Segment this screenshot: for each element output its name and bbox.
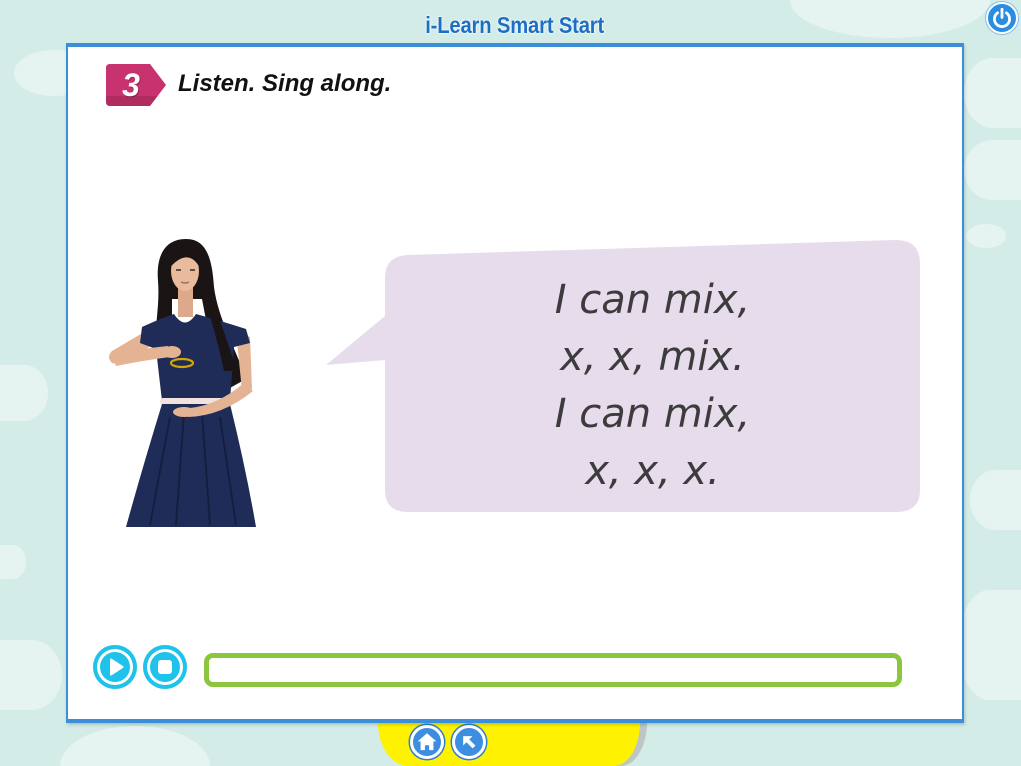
home-icon (417, 733, 437, 751)
dress-skirt (126, 404, 256, 527)
back-arrow-icon (463, 736, 476, 749)
app-title: i-Learn Smart Start (425, 12, 605, 38)
power-button[interactable] (986, 2, 1018, 34)
stop-icon-square (158, 660, 172, 674)
hand-right (163, 346, 181, 358)
background-cloud (0, 365, 48, 421)
app-title-bar: i-Learn Smart Start (15, 9, 1015, 41)
activity-number: 3 (122, 67, 140, 103)
song-line: x, x, mix. (560, 334, 745, 380)
app-screen: i-Learn Smart Start 3 Listen. Sing along… (0, 0, 1021, 766)
activity-panel: 3 Listen. Sing along. I can mix, x, x, m… (66, 43, 964, 723)
footer-nav-tab (378, 718, 640, 766)
background-cloud (0, 545, 26, 579)
audio-progress-bar[interactable] (204, 653, 902, 687)
background-cloud (964, 58, 1021, 128)
neck (178, 287, 193, 317)
activity-instruction: Listen. Sing along. (178, 70, 392, 97)
power-icon (993, 7, 1011, 28)
home-icon-house (417, 733, 437, 751)
song-line: I can mix, (554, 391, 751, 437)
play-icon-triangle (110, 658, 124, 676)
song-line: x, x, x. (585, 448, 720, 494)
hand-left (173, 407, 195, 417)
background-cloud (970, 470, 1021, 530)
back-button[interactable] (452, 725, 486, 759)
song-line: I can mix, (554, 277, 751, 323)
song-lyrics: I can mix, x, x, mix. I can mix, x, x, x… (385, 272, 920, 500)
background-cloud (0, 640, 62, 710)
background-cloud (60, 726, 210, 766)
singer-figure (109, 239, 256, 527)
stop-icon (158, 660, 172, 674)
background-cloud (966, 224, 1006, 248)
home-button[interactable] (410, 725, 444, 759)
play-button[interactable] (93, 645, 137, 689)
stop-button[interactable] (143, 645, 187, 689)
play-icon (110, 658, 124, 676)
background-cloud (958, 590, 1021, 700)
background-cloud (964, 140, 1021, 200)
back-arrow-icon-shape (463, 736, 476, 749)
